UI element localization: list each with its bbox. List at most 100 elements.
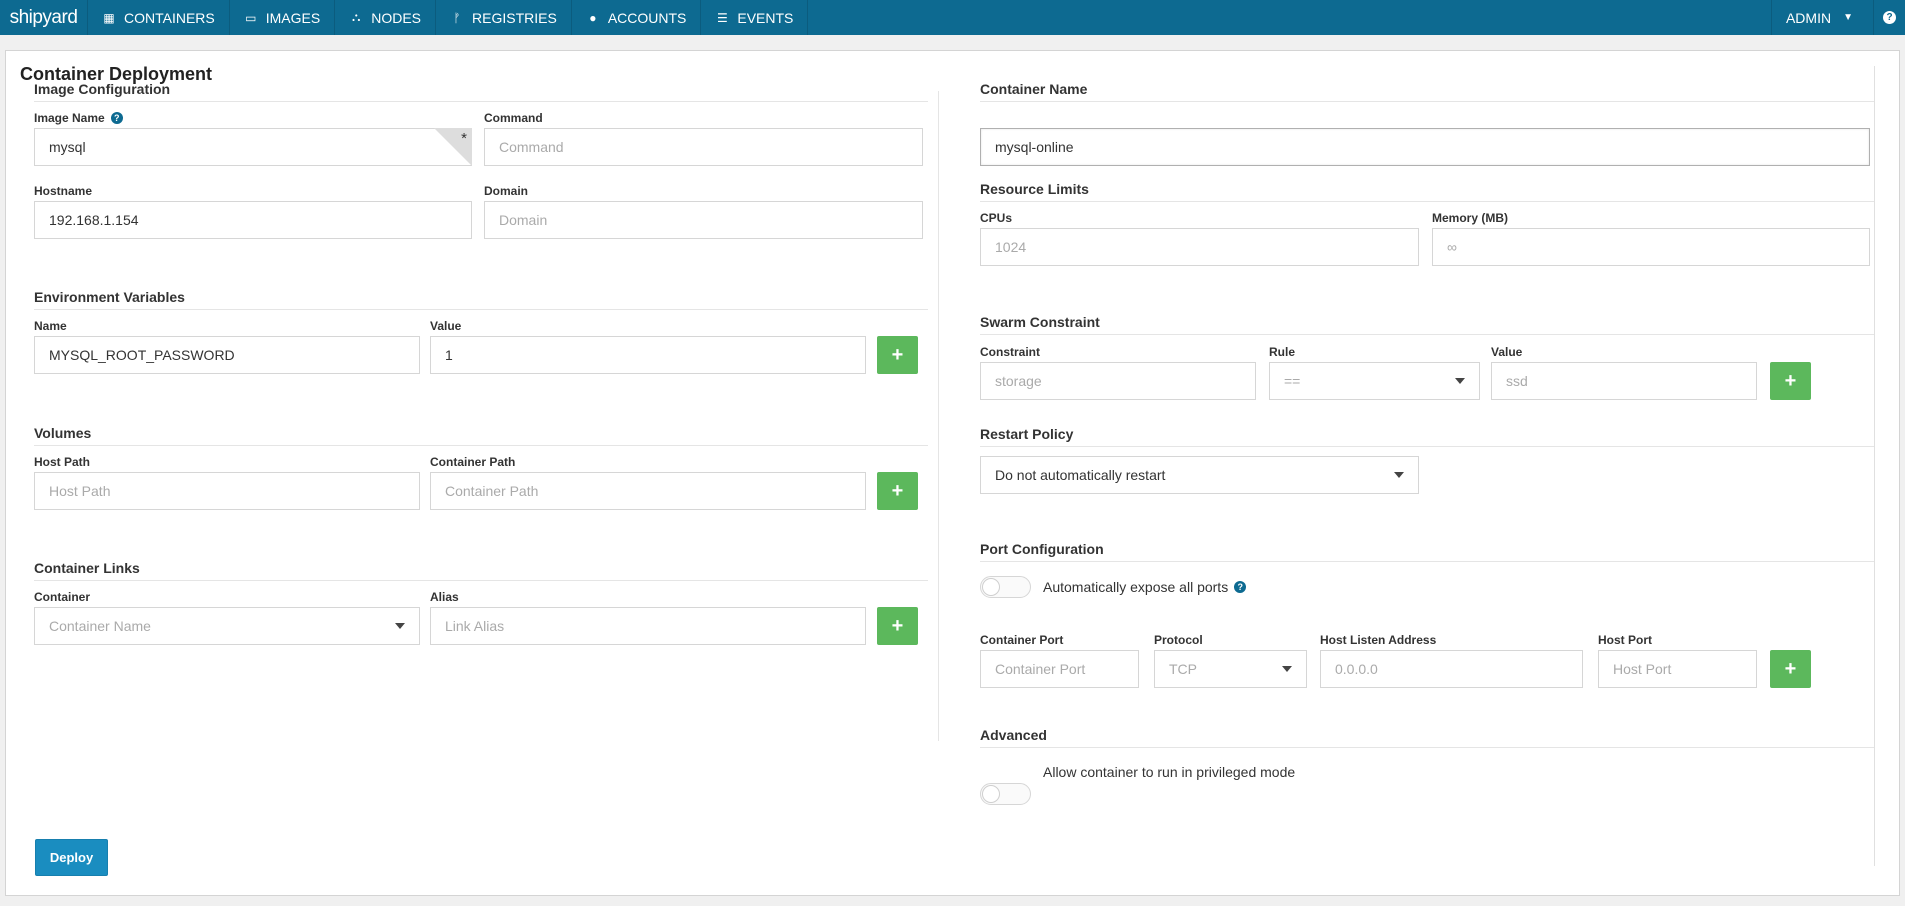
nav-events-label: EVENTS xyxy=(737,9,794,26)
env-name-label: Name xyxy=(34,319,67,333)
scroll-track xyxy=(1874,66,1875,866)
host-address-label: Host Listen Address xyxy=(1320,633,1437,647)
plus-icon: + xyxy=(891,344,904,366)
protocol-select[interactable]: TCP xyxy=(1154,650,1307,688)
domain-input[interactable] xyxy=(484,201,923,239)
rule-select[interactable]: == xyxy=(1269,362,1480,400)
host-path-input[interactable] xyxy=(34,472,420,510)
swarm-value-label: Value xyxy=(1491,345,1523,359)
list-icon: ☰ xyxy=(716,10,728,25)
caret-down-icon: ▼ xyxy=(1843,12,1853,23)
caret-down-icon xyxy=(395,623,405,629)
privileged-label: Allow container to run in privileged mod… xyxy=(1043,764,1296,780)
host-port-input[interactable] xyxy=(1598,650,1757,688)
command-label: Command xyxy=(484,111,543,125)
link-alias-input[interactable] xyxy=(430,607,866,645)
rule-value: == xyxy=(1284,373,1301,389)
protocol-label: Protocol xyxy=(1154,633,1203,647)
env-value-label: Value xyxy=(430,319,462,333)
restart-policy-select[interactable]: Do not automatically restart xyxy=(980,456,1419,494)
plus-icon: + xyxy=(891,615,904,637)
column-divider xyxy=(938,91,939,741)
section-env-vars: Environment Variables xyxy=(34,289,928,310)
deployment-panel: Container Deployment Image Configuration… xyxy=(5,50,1900,896)
shipyard-logo[interactable]: shipyard xyxy=(0,0,88,35)
add-volume-button[interactable]: + xyxy=(877,472,918,510)
host-path-label: Host Path xyxy=(34,455,91,469)
env-name-input[interactable] xyxy=(34,336,420,374)
section-advanced: Advanced xyxy=(980,727,1874,748)
host-port-label: Host Port xyxy=(1598,633,1652,647)
image-name-label-text: Image Name xyxy=(34,111,105,125)
privileged-toggle[interactable] xyxy=(980,783,1031,805)
user-name: ADMIN xyxy=(1785,9,1832,26)
container-path-input[interactable] xyxy=(430,472,866,510)
user-menu[interactable]: ADMIN ▼ xyxy=(1770,0,1873,35)
link-container-placeholder: Container Name xyxy=(49,618,151,634)
nav-images[interactable]: ▭ IMAGES xyxy=(230,0,336,35)
constraint-input[interactable] xyxy=(980,362,1256,400)
nav-nodes[interactable]: ⛬ NODES xyxy=(335,0,437,35)
section-restart-policy: Restart Policy xyxy=(980,426,1874,447)
container-path-label: Container Path xyxy=(430,455,516,469)
grid-icon: ▦ xyxy=(103,10,115,25)
restart-policy-value: Do not automatically restart xyxy=(995,467,1166,483)
section-volumes: Volumes xyxy=(34,425,928,446)
link-container-select[interactable]: Container Name xyxy=(34,607,420,645)
link-alias-label: Alias xyxy=(430,590,459,604)
expose-ports-text: Automatically expose all ports xyxy=(1043,579,1229,595)
deploy-button[interactable]: Deploy xyxy=(35,839,108,876)
image-name-wrapper: * xyxy=(34,128,472,166)
plus-icon: + xyxy=(1784,370,1797,392)
top-navbar: shipyard ▦ CONTAINERS ▭ IMAGES ⛬ NODES ᚠ… xyxy=(0,0,1905,35)
help-button[interactable]: ? xyxy=(1873,0,1905,35)
rule-label: Rule xyxy=(1269,345,1296,359)
cpus-input[interactable] xyxy=(980,228,1419,266)
nav-events[interactable]: ☰ EVENTS xyxy=(701,0,809,35)
nav-containers[interactable]: ▦ CONTAINERS xyxy=(88,0,230,35)
nav-registries-label: REGISTRIES xyxy=(472,9,557,26)
nav-nodes-label: NODES xyxy=(371,9,422,26)
add-env-button[interactable]: + xyxy=(877,336,918,374)
drive-icon: ▭ xyxy=(245,10,257,25)
nav-accounts[interactable]: ● ACCOUNTS xyxy=(572,0,702,35)
section-image-config: Image Configuration xyxy=(34,81,928,102)
section-container-links: Container Links xyxy=(34,560,928,581)
caret-down-icon xyxy=(1455,378,1465,384)
protocol-value: TCP xyxy=(1169,661,1197,677)
add-link-button[interactable]: + xyxy=(877,607,918,645)
nav-containers-label: CONTAINERS xyxy=(124,9,215,26)
add-port-button[interactable]: + xyxy=(1770,650,1811,688)
add-constraint-button[interactable]: + xyxy=(1770,362,1811,400)
host-address-input[interactable] xyxy=(1320,650,1583,688)
sitemap-icon: ⛬ xyxy=(352,10,361,24)
section-container-name: Container Name xyxy=(980,81,1874,102)
plus-icon: + xyxy=(1784,658,1797,680)
command-input[interactable] xyxy=(484,128,923,166)
question-icon[interactable]: ? xyxy=(1234,581,1247,593)
swarm-value-input[interactable] xyxy=(1491,362,1757,400)
nav-accounts-label: ACCOUNTS xyxy=(607,9,687,26)
hostname-input[interactable] xyxy=(34,201,472,239)
cpus-label: CPUs xyxy=(980,211,1013,225)
container-port-label: Container Port xyxy=(980,633,1064,647)
question-icon[interactable]: ? xyxy=(110,112,123,124)
plus-icon: + xyxy=(891,480,904,502)
expose-ports-toggle[interactable] xyxy=(980,576,1031,598)
constraint-label: Constraint xyxy=(980,345,1040,359)
container-port-input[interactable] xyxy=(980,650,1139,688)
image-name-input[interactable] xyxy=(34,128,472,166)
caret-down-icon xyxy=(1282,666,1292,672)
asterisk-icon: * xyxy=(461,130,467,147)
container-name-input[interactable] xyxy=(980,128,1870,166)
caret-down-icon xyxy=(1394,472,1404,478)
nav-registries[interactable]: ᚠ REGISTRIES xyxy=(436,0,572,35)
toggle-knob xyxy=(982,578,1000,596)
memory-label: Memory (MB) xyxy=(1432,211,1509,225)
link-container-label: Container xyxy=(34,590,91,604)
section-swarm-constraint: Swarm Constraint xyxy=(980,314,1874,335)
memory-input[interactable] xyxy=(1432,228,1870,266)
section-resource-limits: Resource Limits xyxy=(980,181,1874,202)
env-value-input[interactable] xyxy=(430,336,866,374)
